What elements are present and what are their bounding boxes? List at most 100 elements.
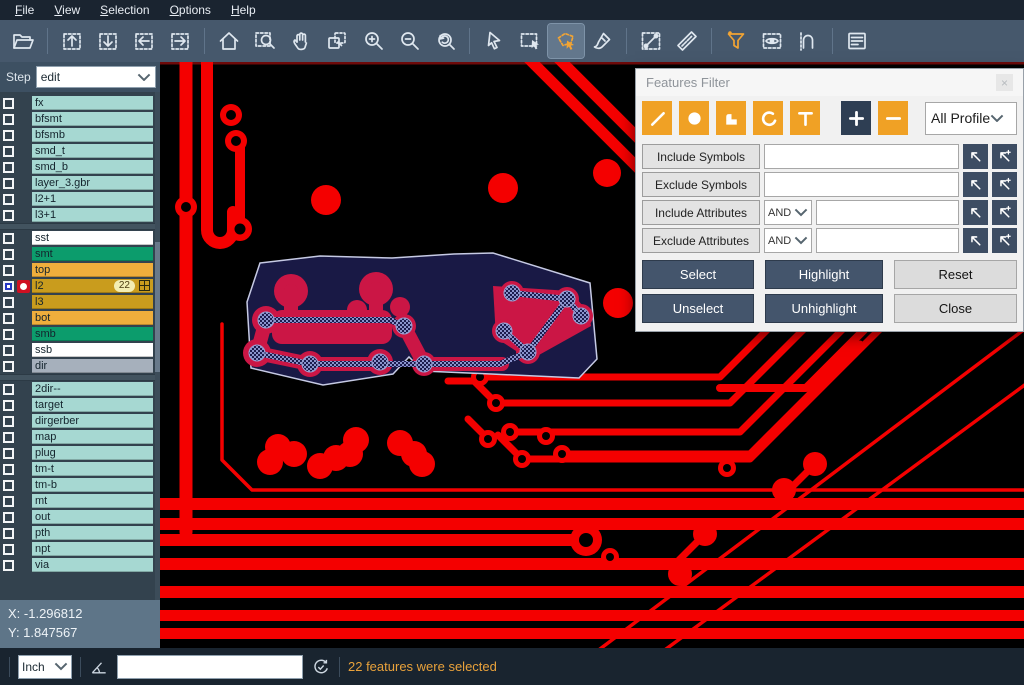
unselect-button[interactable]: Unselect <box>642 294 754 323</box>
layer-checkbox[interactable] <box>3 178 14 189</box>
layer-row-bot[interactable]: bot <box>0 310 160 326</box>
exclude-symbols-button[interactable]: Exclude Symbols <box>642 172 760 197</box>
include-attributes-pick-button[interactable] <box>963 200 988 225</box>
layer-checkbox[interactable] <box>3 448 14 459</box>
layer-row-l3[interactable]: l3 <box>0 294 160 310</box>
exclude-symbols-input[interactable] <box>764 172 959 197</box>
exclude-attributes-button[interactable]: Exclude Attributes <box>642 228 760 253</box>
layer-row-2dir--[interactable]: 2dir-- <box>0 381 160 397</box>
layer-row-plug[interactable]: plug <box>0 445 160 461</box>
layer-checkbox[interactable] <box>3 114 14 125</box>
show-selection-button[interactable] <box>754 24 790 58</box>
sync-check-icon[interactable] <box>311 657 331 677</box>
zoom-in-button[interactable] <box>355 24 391 58</box>
layer-checkbox[interactable] <box>3 560 14 571</box>
layer-checkbox[interactable] <box>3 384 14 395</box>
layer-checkbox[interactable] <box>3 432 14 443</box>
units-select[interactable]: Inch <box>18 655 72 679</box>
layer-row-mt[interactable]: mt <box>0 493 160 509</box>
exclude-attributes-input[interactable] <box>816 228 959 253</box>
exclude-symbols-pick-button[interactable] <box>963 172 988 197</box>
layer-checkbox[interactable] <box>3 416 14 427</box>
layer-checkbox[interactable] <box>3 528 14 539</box>
layer-checkbox[interactable] <box>3 345 14 356</box>
exclude-symbols-pick-add-button[interactable] <box>992 172 1017 197</box>
angle-measure-icon[interactable] <box>89 657 109 677</box>
layer-row-top[interactable]: top <box>0 262 160 278</box>
select-cursor-button[interactable] <box>476 24 512 58</box>
menu-selection[interactable]: Selection <box>91 1 158 19</box>
layer-row-smb[interactable]: smb <box>0 326 160 342</box>
layer-row-via[interactable]: via <box>0 557 160 573</box>
reset-button[interactable]: Reset <box>894 260 1017 289</box>
include-symbols-pick-add-button[interactable] <box>992 144 1017 169</box>
zoom-previous-button[interactable] <box>427 24 463 58</box>
layer-row-smt[interactable]: smt <box>0 246 160 262</box>
measure-points-button[interactable] <box>633 24 669 58</box>
layer-row-l3+1[interactable]: l3+1 <box>0 207 160 223</box>
select-button[interactable]: Select <box>642 260 754 289</box>
include-symbols-input[interactable] <box>764 144 959 169</box>
exclude-attributes-pick-add-button[interactable] <box>992 228 1017 253</box>
open-button[interactable] <box>5 24 41 58</box>
filter-type-text-button[interactable] <box>790 101 820 135</box>
layer-row-smd_t[interactable]: smd_t <box>0 143 160 159</box>
layer-row-dirgerber[interactable]: dirgerber <box>0 413 160 429</box>
layers-panel-button[interactable] <box>839 24 875 58</box>
view-right-button[interactable] <box>162 24 198 58</box>
include-attributes-pick-add-button[interactable] <box>992 200 1017 225</box>
exclude-attributes-pick-button[interactable] <box>963 228 988 253</box>
zoom-area-button[interactable] <box>247 24 283 58</box>
filter-type-arc-button[interactable] <box>753 101 783 135</box>
dialog-titlebar[interactable]: Features Filter × <box>636 69 1023 96</box>
layer-row-l2+1[interactable]: l2+1 <box>0 191 160 207</box>
menu-help[interactable]: Help <box>222 1 265 19</box>
layer-row-fx[interactable]: fx <box>0 95 160 111</box>
view-left-button[interactable] <box>126 24 162 58</box>
unhighlight-button[interactable]: Unhighlight <box>765 294 883 323</box>
snap-mode-button[interactable] <box>790 24 826 58</box>
layer-row-target[interactable]: target <box>0 397 160 413</box>
highlight-button[interactable]: Highlight <box>765 260 883 289</box>
filter-type-pad-button[interactable] <box>679 101 709 135</box>
pan-hand-button[interactable] <box>283 24 319 58</box>
filter-remove-button[interactable] <box>878 101 908 135</box>
include-attributes-input[interactable] <box>816 200 959 225</box>
filter-add-button[interactable] <box>841 101 871 135</box>
profile-select[interactable]: All Profile <box>925 102 1017 135</box>
layer-checkbox[interactable] <box>3 329 14 340</box>
view-up-button[interactable] <box>54 24 90 58</box>
layer-checkbox[interactable] <box>3 361 14 372</box>
polygon-select-button[interactable] <box>548 24 584 58</box>
layer-row-dir[interactable]: dir <box>0 358 160 374</box>
include-attributes-operator-select[interactable]: AND <box>764 200 812 225</box>
features-filter-button[interactable] <box>718 24 754 58</box>
clear-highlight-button[interactable] <box>584 24 620 58</box>
layer-row-map[interactable]: map <box>0 429 160 445</box>
layer-row-sst[interactable]: sst <box>0 230 160 246</box>
layer-checkbox[interactable] <box>3 496 14 507</box>
layer-row-l2[interactable]: l222 <box>0 278 160 294</box>
layer-checkbox[interactable] <box>3 297 14 308</box>
rectangle-select-button[interactable] <box>512 24 548 58</box>
layer-checkbox[interactable] <box>3 400 14 411</box>
close-button[interactable]: Close <box>894 294 1017 323</box>
menu-options[interactable]: Options <box>161 1 220 19</box>
view-down-button[interactable] <box>90 24 126 58</box>
layer-checkbox[interactable] <box>3 480 14 491</box>
selection-region[interactable] <box>243 253 597 385</box>
layer-row-out[interactable]: out <box>0 509 160 525</box>
layer-checkbox[interactable] <box>3 281 14 292</box>
layer-row-npt[interactable]: npt <box>0 541 160 557</box>
menu-file[interactable]: File <box>6 1 43 19</box>
layer-row-smd_b[interactable]: smd_b <box>0 159 160 175</box>
layer-checkbox[interactable] <box>3 130 14 141</box>
menu-view[interactable]: View <box>45 1 89 19</box>
layer-checkbox[interactable] <box>3 146 14 157</box>
exclude-attributes-operator-select[interactable]: AND <box>764 228 812 253</box>
layer-checkbox[interactable] <box>3 544 14 555</box>
step-select[interactable]: edit <box>36 66 156 88</box>
layer-checkbox[interactable] <box>3 265 14 276</box>
layer-row-tm-t[interactable]: tm-t <box>0 461 160 477</box>
layer-checkbox[interactable] <box>3 210 14 221</box>
